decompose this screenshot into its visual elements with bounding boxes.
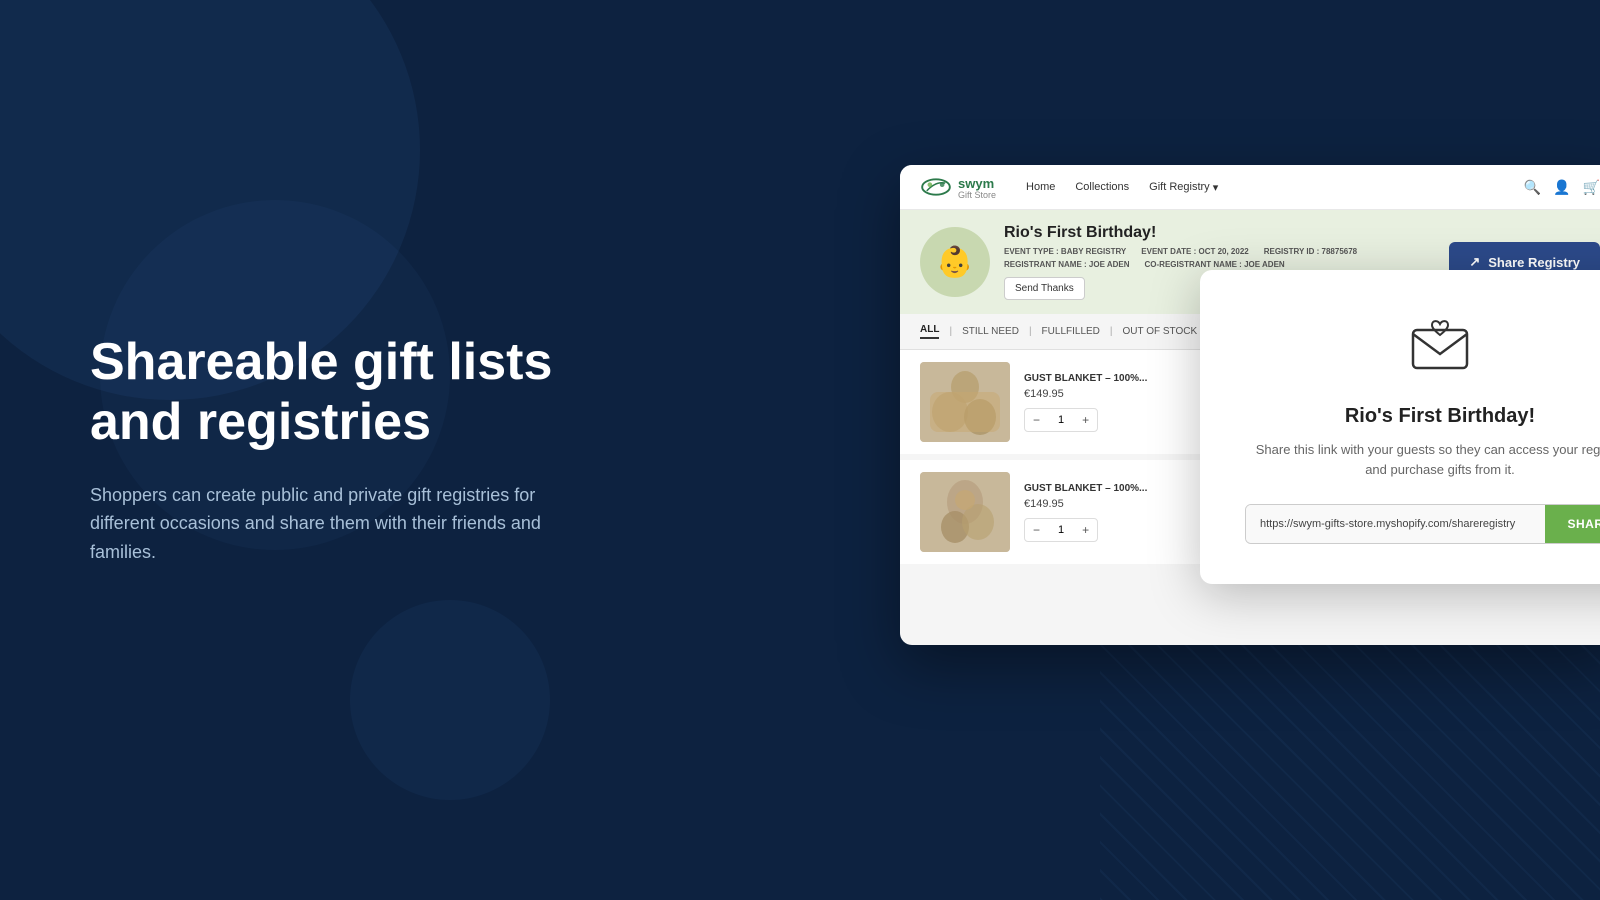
tab-still-need[interactable]: STILL NEED [962,326,1019,337]
store-navbar: swym Gift Store Home Collections Gift Re… [900,165,1600,210]
qty-value-1: 1 [1054,414,1068,426]
registrant: REGISTRANT NAME : JOE ADEN [1004,260,1130,269]
main-description: Shoppers can create public and private g… [90,481,570,567]
product-img-svg-2 [920,472,1010,552]
quantity-control-1: − 1 + [1024,408,1098,432]
logo-text: swym [958,176,994,191]
logo-sub: Gift Store [958,190,996,200]
share-popup-icon [1405,310,1475,380]
store-nav-links: Home Collections Gift Registry ▾ [1026,181,1218,194]
qty-increase-2[interactable]: + [1074,519,1097,541]
registry-title: Rio's First Birthday! [1004,224,1357,242]
avatar: 👶 [920,227,990,297]
product-image-1 [920,362,1010,442]
nav-home[interactable]: Home [1026,181,1055,194]
left-content-area: Shareable gift lists and registries Shop… [90,333,570,567]
qty-increase-1[interactable]: + [1074,409,1097,431]
quantity-control-2: − 1 + [1024,518,1098,542]
cart-icon[interactable]: 🛒 [1583,179,1600,196]
share-icon: ↗ [1469,254,1480,270]
nav-icon-group: 🔍 👤 🛒 [1524,179,1600,196]
tab-fulfilled[interactable]: FULLFILLED [1042,326,1100,337]
logo-icon [920,177,952,197]
main-heading: Shareable gift lists and registries [90,333,570,453]
product-img-svg-1 [920,362,1010,442]
share-url-row: SHARE [1245,504,1600,544]
account-icon[interactable]: 👤 [1553,179,1570,196]
registry-meta-row1: EVENT TYPE : BABY REGISTRY EVENT DATE : … [1004,247,1357,256]
qty-decrease-2[interactable]: − [1025,519,1048,541]
tab-all[interactable]: ALL [920,324,939,339]
bg-decoration-circle-3 [350,600,550,800]
store-logo: swym Gift Store [920,175,996,200]
nav-gift-registry[interactable]: Gift Registry ▾ [1149,181,1218,194]
popup-description: Share this link with your guests so they… [1245,440,1600,479]
qty-value-2: 1 [1054,524,1068,536]
share-button[interactable]: SHARE [1545,505,1600,543]
product-image-2 [920,472,1010,552]
bg-diagonal-pattern [1100,600,1600,900]
search-icon[interactable]: 🔍 [1524,179,1541,196]
share-popup: Rio's First Birthday! Share this link wi… [1200,270,1600,584]
event-date: EVENT DATE : OCT 20, 2022 [1141,247,1248,256]
share-url-input[interactable] [1246,505,1545,543]
registry-id: REGISTRY ID : 78875678 [1264,247,1357,256]
popup-title: Rio's First Birthday! [1245,405,1600,428]
registry-meta-row2: REGISTRANT NAME : JOE ADEN CO-REGISTRANT… [1004,260,1357,269]
event-type: EVENT TYPE : BABY REGISTRY [1004,247,1126,256]
avatar-emoji: 👶 [936,245,973,280]
send-thanks-button[interactable]: Send Thanks [1004,277,1085,300]
qty-decrease-1[interactable]: − [1025,409,1048,431]
nav-collections[interactable]: Collections [1075,181,1129,194]
tab-out-of-stock[interactable]: OUT OF STOCK [1123,326,1198,337]
co-registrant: CO-REGISTRANT NAME : JOE ADEN [1145,260,1285,269]
